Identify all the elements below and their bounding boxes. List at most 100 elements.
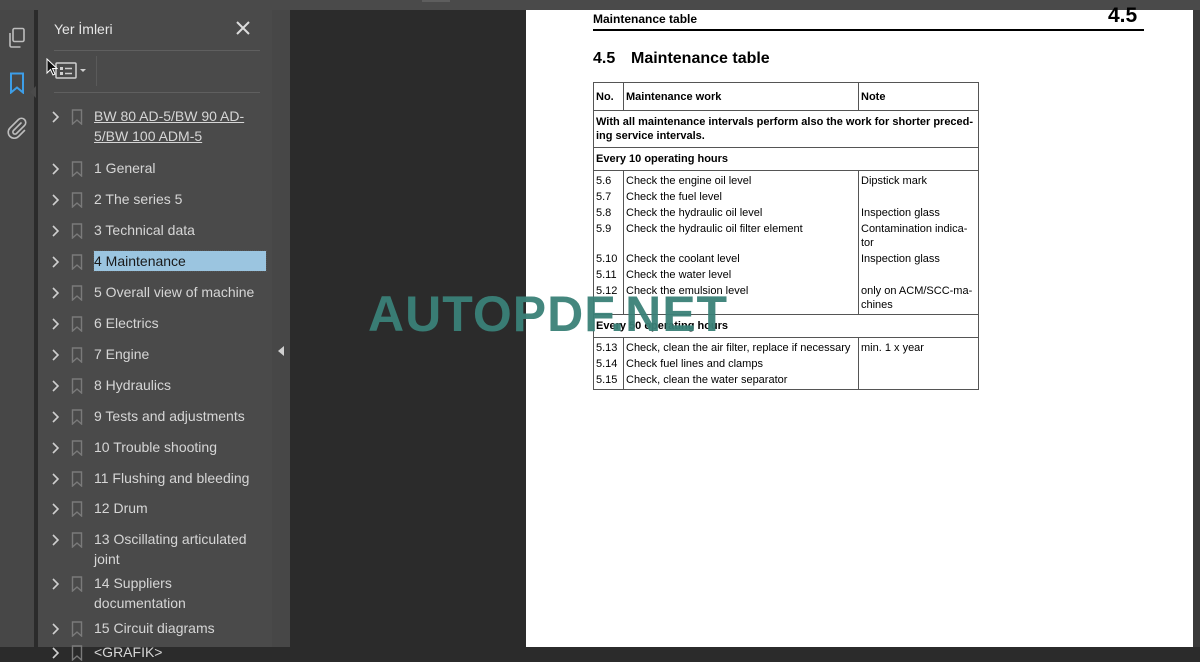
close-icon[interactable] [234, 19, 252, 37]
bookmark-label[interactable]: 7 Engine [94, 344, 266, 364]
row-number: 5.10 [593, 252, 624, 268]
tab-indicator [422, 0, 450, 2]
table-row: 5.7 Check the fuel level [593, 190, 979, 206]
row-note: min. 1 x year [858, 337, 979, 357]
chevron-right-icon[interactable] [50, 621, 62, 637]
table-row: 5.6 Check the engine oil level Dipstick ma… [593, 170, 979, 190]
viewer-scrollbar[interactable] [1193, 10, 1200, 647]
header-rule [593, 29, 1144, 31]
bookmark-flag-icon [71, 576, 83, 592]
chevron-right-icon[interactable] [50, 109, 62, 125]
row-work: Check the fuel level [623, 190, 859, 206]
row-number: 5.14 [593, 357, 624, 373]
row-work: Check the hydraulic oil filter element [623, 222, 859, 252]
bookmark-label[interactable]: 8 Hydraulics [94, 375, 266, 395]
table-row: 5.10 Check the coolant level Inspection gl… [593, 252, 979, 268]
bookmark-flag-icon [71, 347, 83, 363]
bookmark-flag-icon [71, 161, 83, 177]
row-note [858, 268, 979, 284]
running-section-number: 4.5 [1108, 4, 1138, 27]
header-no: No. [593, 82, 624, 111]
chevron-right-icon[interactable] [50, 285, 62, 301]
chevron-right-icon[interactable] [50, 254, 62, 270]
section-number: 4.5 [593, 50, 616, 67]
bookmark-label[interactable]: 15 Circuit diagrams [94, 618, 266, 638]
bookmark-label[interactable]: 12 Drum [94, 498, 266, 518]
row-note [858, 373, 979, 390]
table-header-row: No. Maintenance work Note [593, 82, 979, 111]
bookmark-label[interactable]: 4 Maintenance [93, 250, 267, 272]
bookmark-flag-icon [71, 109, 83, 125]
chevron-right-icon[interactable] [50, 192, 62, 208]
bookmark-label[interactable]: <GRAFIK> [94, 642, 266, 662]
table-row: 5.11 Check the water level [593, 268, 979, 284]
chevron-right-icon[interactable] [50, 532, 62, 548]
row-note: Inspection glass [858, 206, 979, 222]
bookmark-flag-icon [71, 440, 83, 456]
row-note [858, 357, 979, 373]
bookmark-flag-icon [71, 316, 83, 332]
bookmark-icon[interactable] [5, 71, 29, 95]
row-note: Inspection glass [858, 252, 979, 268]
row-work: Check, clean the water separator [623, 373, 859, 390]
bookmark-label[interactable]: 2 The series 5 [94, 189, 266, 209]
bookmark-label[interactable]: 5 Overall view of machine [94, 282, 266, 302]
chevron-right-icon[interactable] [50, 223, 62, 239]
collapse-panel-arrow-icon[interactable] [278, 346, 284, 356]
chevron-right-icon[interactable] [50, 347, 62, 363]
row-work: Check the water level [623, 268, 859, 284]
bookmark-label[interactable]: BW 80 AD-5/BW 90 AD-5/BW 100 ADM-5 [94, 106, 266, 146]
bookmark-flag-icon [71, 254, 83, 270]
bookmark-label[interactable]: 1 General [94, 158, 266, 178]
running-header: Maintenance table [593, 12, 698, 26]
bookmark-label[interactable]: 9 Tests and adjustments [94, 406, 266, 426]
chevron-right-icon[interactable] [50, 576, 62, 592]
chevron-right-icon[interactable] [50, 501, 62, 517]
bookmark-label[interactable]: 11 Flushing and bleeding [94, 468, 266, 488]
table-row: 5.8 Check the hydraulic oil level Inspecti… [593, 206, 979, 222]
watermark: AUTOPDF.NET [368, 286, 729, 342]
divider [54, 92, 260, 93]
bookmark-flag-icon [71, 223, 83, 239]
bookmark-flag-icon [71, 285, 83, 301]
mouse-cursor-icon [46, 58, 58, 76]
bookmark-flag-icon [71, 378, 83, 394]
row-number: 5.6 [593, 170, 624, 190]
chevron-right-icon[interactable] [50, 409, 62, 425]
chevron-right-icon[interactable] [50, 440, 62, 456]
interval-title: Every 10 operating hours [593, 147, 979, 171]
attachment-icon[interactable] [5, 116, 29, 140]
chevron-right-icon[interactable] [50, 378, 62, 394]
header-note: Note [858, 82, 979, 111]
table-row: 5.14 Check fuel lines and clamps [593, 357, 979, 373]
row-note: Contamination indica-tor [858, 222, 979, 252]
chevron-right-icon[interactable] [50, 316, 62, 332]
panel-title: Yer İmleri [54, 21, 113, 37]
bookmark-label[interactable]: 6 Electrics [94, 313, 266, 333]
table-row: 5.15 Check, clean the water separator [593, 373, 979, 390]
bookmark-label[interactable]: 13 Oscillating articulated joint [94, 529, 266, 569]
bookmark-flag-icon [71, 192, 83, 208]
interval-group-row: Every 10 operating hours [593, 147, 979, 171]
bookmarks-panel: Yer İmleri BW 80 AD-5/BW 90 AD-5/BW 100 … [38, 10, 272, 661]
section-title: Maintenance table [631, 50, 770, 67]
active-tab-pointer [30, 86, 36, 98]
chevron-right-icon[interactable] [50, 161, 62, 177]
row-work: Check fuel lines and clamps [623, 357, 859, 373]
bookmark-label[interactable]: 3 Technical data [94, 220, 266, 240]
row-work: Check the engine oil level [623, 170, 859, 190]
row-work: Check the coolant level [623, 252, 859, 268]
chevron-right-icon[interactable] [50, 471, 62, 487]
row-number: 5.8 [593, 206, 624, 222]
panel-splitter[interactable] [272, 10, 290, 647]
pages-thumbnail-icon[interactable] [5, 26, 29, 50]
bookmark-label[interactable]: 10 Trouble shooting [94, 437, 266, 457]
top-toolbar [0, 0, 1200, 10]
divider [54, 50, 260, 51]
bookmark-flag-icon [71, 621, 83, 637]
row-note: Dipstick mark [858, 170, 979, 190]
row-note [858, 190, 979, 206]
chevron-right-icon[interactable] [50, 645, 62, 661]
row-number: 5.9 [593, 222, 624, 252]
bookmark-label[interactable]: 14 Suppliers documentation [94, 573, 266, 613]
